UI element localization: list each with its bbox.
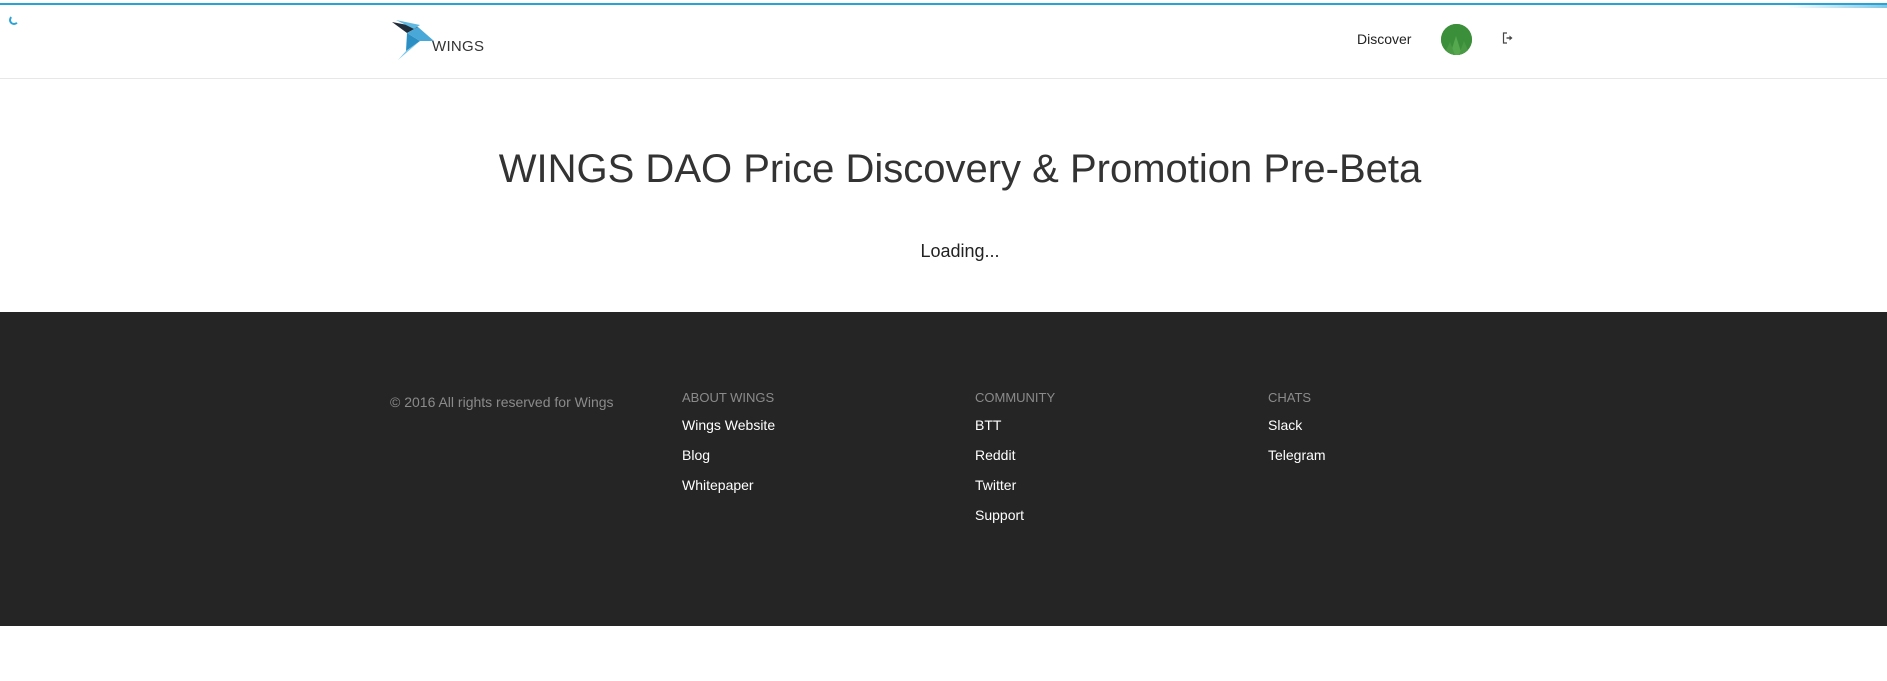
footer-link-wings-website[interactable]: Wings Website: [682, 417, 775, 447]
site-footer: © 2016 All rights reserved for Wings ABO…: [0, 312, 1887, 626]
wings-bird-logo-icon: [392, 20, 434, 60]
nav-discover-link[interactable]: Discover: [1357, 31, 1411, 47]
footer-column-about: ABOUT WINGS Wings Website Blog Whitepape…: [682, 390, 775, 507]
footer-link-slack[interactable]: Slack: [1268, 417, 1326, 447]
footer-link-whitepaper[interactable]: Whitepaper: [682, 477, 775, 507]
loading-text: Loading...: [920, 241, 1000, 261]
footer-link-blog[interactable]: Blog: [682, 447, 775, 477]
logo-text: WINGS: [432, 38, 485, 55]
page-title: WINGS DAO Price Discovery & Promotion Pr…: [498, 147, 1422, 191]
footer-column-community: COMMUNITY BTT Reddit Twitter Support: [975, 390, 1055, 537]
avatar-image: [1441, 24, 1472, 55]
footer-link-support[interactable]: Support: [975, 507, 1055, 537]
copyright-text: © 2016 All rights reserved for Wings: [390, 394, 614, 410]
main-content: WINGS DAO Price Discovery & Promotion Pr…: [0, 80, 1887, 312]
user-avatar-icon[interactable]: [1441, 24, 1472, 55]
footer-link-twitter[interactable]: Twitter: [975, 477, 1055, 507]
footer-link-btt[interactable]: BTT: [975, 417, 1055, 447]
sign-out-icon[interactable]: [1502, 32, 1514, 44]
footer-column-title: CHATS: [1268, 390, 1312, 405]
footer-column-title: ABOUT WINGS: [682, 390, 775, 405]
footer-column-title: COMMUNITY: [975, 390, 1056, 405]
logo-link[interactable]: WINGS: [390, 19, 484, 61]
footer-column-chats: CHATS Slack Telegram: [1268, 390, 1326, 477]
footer-link-telegram[interactable]: Telegram: [1268, 447, 1326, 477]
top-header: WINGS Discover: [0, 5, 1887, 79]
footer-link-reddit[interactable]: Reddit: [975, 447, 1055, 477]
